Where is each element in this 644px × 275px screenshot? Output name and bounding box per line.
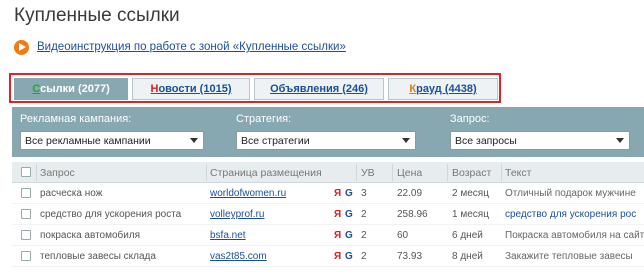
video-instruction-link[interactable]: Видеоинструкция по работе с зоной «Купле… xyxy=(37,41,346,53)
campaign-select[interactable]: Все рекламные кампании xyxy=(20,131,204,150)
column-header-page[interactable]: Страница размещения xyxy=(210,167,322,179)
row-checkbox[interactable] xyxy=(21,188,31,198)
tab-label: бъявления (246) xyxy=(278,83,368,95)
column-header-age[interactable]: Возраст xyxy=(452,167,491,179)
column-header-text[interactable]: Текст xyxy=(505,167,531,179)
tab-label: овости (1015) xyxy=(158,83,232,95)
column-divider xyxy=(356,164,357,181)
column-divider xyxy=(501,164,502,181)
filter-bar: Рекламная кампания: Все рекламные кампан… xyxy=(12,107,644,157)
row-uv: 2 xyxy=(361,251,367,262)
google-icon[interactable]: G xyxy=(345,188,353,199)
row-query: средство для ускорения роста xyxy=(40,209,182,220)
yandex-icon[interactable]: Я xyxy=(334,188,341,199)
tab-initial: С xyxy=(32,83,41,95)
row-uv: 2 xyxy=(361,209,367,220)
tabs-highlight-box: Ссылки (2077) Новости (1015) Объявления … xyxy=(9,73,501,103)
row-query: тепловые завесы склада xyxy=(40,251,156,262)
column-divider xyxy=(36,164,37,181)
row-uv: 3 xyxy=(361,188,367,199)
row-page-link[interactable]: worldofwomen.ru xyxy=(210,188,328,199)
chevron-down-icon xyxy=(402,138,410,143)
row-price: 60 xyxy=(397,230,409,241)
chevron-down-icon xyxy=(616,138,624,143)
row-age: 1 месяц xyxy=(452,209,489,220)
row-age: 6 дней xyxy=(452,230,483,241)
query-filter-label: Запрос: xyxy=(450,113,490,125)
chevron-down-icon xyxy=(190,138,198,143)
strategy-select[interactable]: Все стратегии xyxy=(236,131,416,150)
row-query: покраска автомобиля xyxy=(40,230,141,241)
column-divider xyxy=(447,164,448,181)
tab-ads[interactable]: Объявления (246) xyxy=(254,78,384,100)
row-text: Отличный подарок мужчине xyxy=(505,188,636,199)
strategy-select-value: Все стратегии xyxy=(241,134,310,147)
tab-label: сылки (2077) xyxy=(40,83,110,95)
play-icon[interactable] xyxy=(14,39,29,55)
row-price: 258.96 xyxy=(397,209,428,220)
row-text: Закажите тепловые завесы xyxy=(505,251,633,262)
query-select-value: Все запросы xyxy=(455,134,517,147)
tab-links[interactable]: Ссылки (2077) xyxy=(14,78,128,100)
campaign-filter-label: Рекламная кампания: xyxy=(20,113,132,125)
yandex-icon[interactable]: Я xyxy=(334,230,341,241)
tab-initial: Н xyxy=(150,83,159,95)
links-table: Запрос Страница размещения УВ Цена Возра… xyxy=(12,162,644,267)
column-header-query[interactable]: Запрос xyxy=(40,167,75,179)
table-row: средство для ускорения роста volleyprof.… xyxy=(12,204,644,225)
yandex-icon[interactable]: Я xyxy=(334,209,341,220)
tab-label: рауд (4438) xyxy=(416,83,477,95)
row-price: 22.09 xyxy=(397,188,423,199)
table-header: Запрос Страница размещения УВ Цена Возра… xyxy=(12,162,644,183)
row-page-link[interactable]: bsfa.net xyxy=(210,230,328,241)
table-row: тепловые завесы склада vas2t85.com Я G 2… xyxy=(12,246,644,267)
row-page-link[interactable]: vas2t85.com xyxy=(210,251,328,262)
tab-news[interactable]: Новости (1015) xyxy=(132,78,250,100)
column-header-uv[interactable]: УВ xyxy=(361,167,375,179)
row-query: расческа нож xyxy=(40,188,103,199)
row-checkbox[interactable] xyxy=(21,230,31,240)
row-price: 73.93 xyxy=(397,251,423,262)
row-age: 8 дней xyxy=(452,251,483,262)
page-title: Купленные ссылки xyxy=(14,5,180,26)
campaign-select-value: Все рекламные кампании xyxy=(25,134,151,147)
select-all-checkbox[interactable] xyxy=(21,167,31,177)
column-divider xyxy=(206,164,207,181)
row-checkbox[interactable] xyxy=(21,251,31,261)
tab-initial: О xyxy=(270,83,279,95)
column-divider xyxy=(392,164,393,181)
column-header-price[interactable]: Цена xyxy=(397,167,422,179)
table-row: расческа нож worldofwomen.ru Я G 3 22.09… xyxy=(12,183,644,204)
row-uv: 2 xyxy=(361,230,367,241)
google-icon[interactable]: G xyxy=(345,230,353,241)
row-checkbox[interactable] xyxy=(21,209,31,219)
query-select[interactable]: Все запросы xyxy=(450,131,630,150)
row-age: 2 месяц xyxy=(452,188,489,199)
video-instruction-row: Видеоинструкция по работе с зоной «Купле… xyxy=(14,38,346,56)
yandex-icon[interactable]: Я xyxy=(334,251,341,262)
row-text: Покраска автомобиля на сайт xyxy=(505,230,644,241)
row-page-link[interactable]: volleyprof.ru xyxy=(210,209,328,220)
strategy-filter-label: Стратегия: xyxy=(236,113,292,125)
tab-initial: К xyxy=(409,83,417,95)
row-text-link[interactable]: средство для ускорения рос xyxy=(505,209,644,220)
table-row: покраска автомобиля bsfa.net Я G 2 60 6 … xyxy=(12,225,644,246)
tab-crowd[interactable]: Крауд (4438) xyxy=(388,78,498,100)
google-icon[interactable]: G xyxy=(345,209,353,220)
google-icon[interactable]: G xyxy=(345,251,353,262)
